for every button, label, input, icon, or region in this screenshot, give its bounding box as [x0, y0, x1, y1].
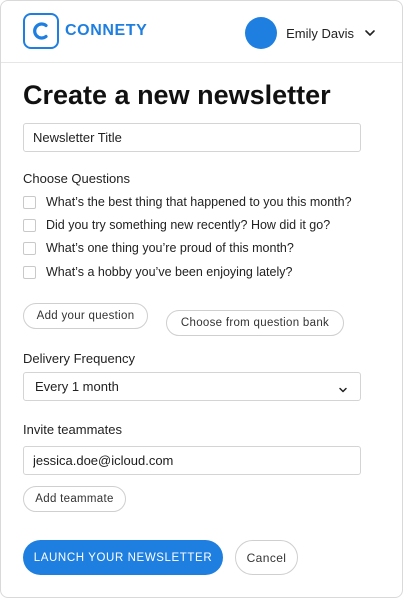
invite-label: Invite teammates	[23, 422, 122, 437]
question-text: What’s one thing you’re proud of this mo…	[46, 241, 294, 255]
frequency-select[interactable]: Every 1 month	[23, 372, 361, 401]
question-option[interactable]: What’s one thing you’re proud of this mo…	[23, 239, 294, 257]
frequency-value: Every 1 month	[35, 379, 119, 394]
frequency-label: Delivery Frequency	[23, 351, 135, 366]
questions-label: Choose Questions	[23, 171, 130, 186]
launch-newsletter-button[interactable]: LAUNCH YOUR NEWSLETTER	[23, 540, 223, 575]
question-text: What’s a hobby you’ve been enjoying late…	[46, 265, 293, 279]
top-bar: CONNETY Emily Davis	[1, 1, 402, 63]
question-checkbox[interactable]	[23, 265, 36, 279]
chevron-down-icon	[337, 384, 349, 396]
avatar[interactable]	[245, 17, 278, 49]
add-question-button[interactable]: Add your question	[23, 303, 148, 329]
user-name: Emily Davis	[286, 25, 354, 41]
brand-name: CONNETY	[65, 22, 148, 39]
cancel-button[interactable]: Cancel	[235, 540, 298, 575]
newsletter-app: CONNETY Emily Davis Create a new newslet…	[0, 0, 403, 598]
add-teammate-button[interactable]: Add teammate	[23, 486, 126, 512]
question-text: Did you try something new recently? How …	[46, 218, 331, 232]
question-checkbox[interactable]	[23, 218, 36, 232]
question-checkbox[interactable]	[23, 195, 36, 209]
page-title: Create a new newsletter	[23, 80, 331, 110]
teammate-email-input[interactable]	[23, 446, 361, 475]
chevron-down-icon[interactable]	[363, 26, 377, 40]
newsletter-title-input[interactable]	[23, 123, 361, 152]
user-menu[interactable]: Emily Davis	[245, 17, 377, 49]
logo-icon	[23, 13, 59, 49]
question-bank-button[interactable]: Choose from question bank	[166, 310, 344, 336]
question-option[interactable]: Did you try something new recently? How …	[23, 216, 330, 234]
question-option[interactable]: What’s the best thing that happened to y…	[23, 193, 352, 211]
question-checkbox[interactable]	[23, 241, 36, 255]
question-option[interactable]: What’s a hobby you’ve been enjoying late…	[23, 263, 292, 281]
question-text: What’s the best thing that happened to y…	[46, 195, 352, 209]
